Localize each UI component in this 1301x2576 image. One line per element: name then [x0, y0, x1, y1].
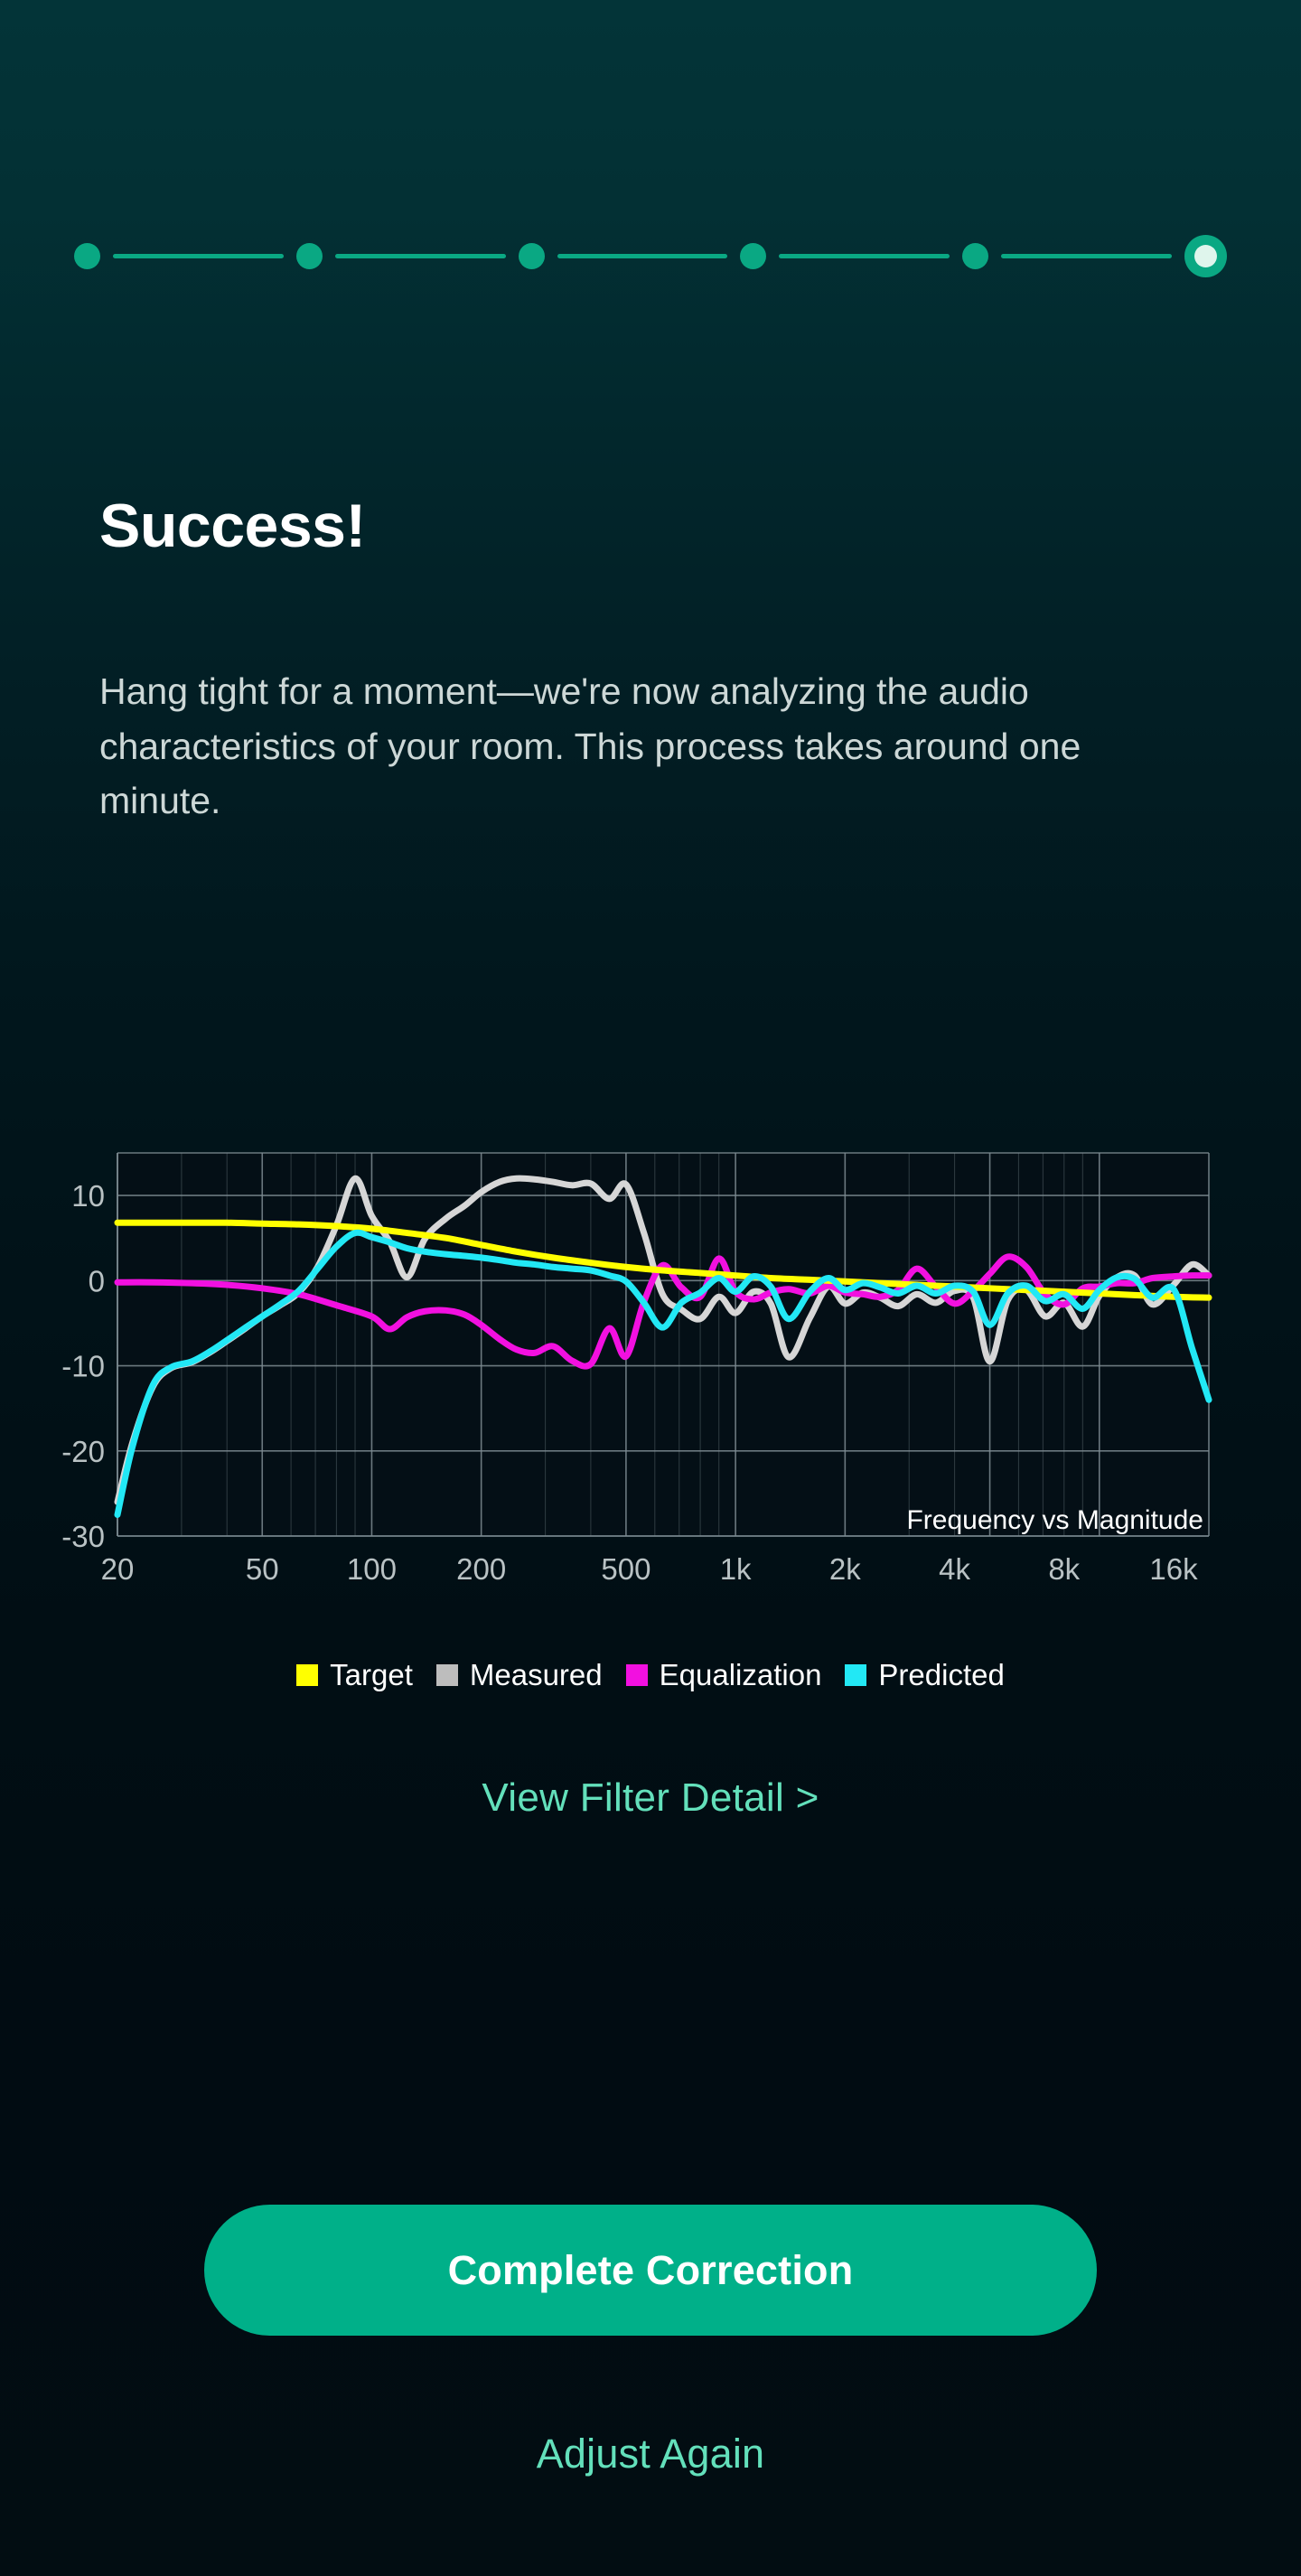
step-indicator-2[interactable]: [295, 242, 323, 269]
step-connector-4: [779, 253, 950, 258]
svg-text:10: 10: [71, 1179, 105, 1213]
legend-swatch-target: [296, 1664, 319, 1686]
legend-label-measured: Measured: [469, 1658, 603, 1691]
svg-text:4k: 4k: [939, 1552, 970, 1586]
page-description: Hang tight for a moment—we're now analyz…: [99, 670, 1081, 822]
step-connector-3: [557, 253, 728, 258]
svg-text:200: 200: [456, 1552, 506, 1586]
svg-text:-10: -10: [61, 1350, 105, 1383]
chart-legend: Target Measured Equalization Predicted: [0, 1658, 1301, 1692]
legend-swatch-equalization: [625, 1664, 648, 1686]
step-indicator-3[interactable]: [518, 242, 545, 269]
svg-text:2k: 2k: [829, 1552, 861, 1586]
step-indicator-active-core: [1193, 244, 1217, 267]
view-filter-detail-link[interactable]: View Filter Detail >: [0, 1775, 1301, 1821]
svg-text:0: 0: [89, 1264, 105, 1297]
frequency-response-chart: 10 0 -10 -20 -30 20 50 100 200 500 1k 2k 4k 8k 16k Freq…: [36, 1147, 1229, 1617]
adjust-again-button[interactable]: Adjust Again: [0, 2431, 1301, 2478]
svg-text:-20: -20: [61, 1435, 105, 1468]
legend-item-predicted: Predicted: [845, 1658, 1005, 1692]
svg-text:100: 100: [347, 1552, 397, 1586]
svg-text:8k: 8k: [1048, 1552, 1080, 1586]
chart-title: Frequency vs Magnitude: [906, 1505, 1203, 1535]
step-indicator-5[interactable]: [962, 242, 989, 269]
legend-item-target: Target: [296, 1658, 413, 1692]
legend-label-predicted: Predicted: [878, 1658, 1005, 1691]
complete-correction-button[interactable]: Complete Correction: [204, 2205, 1097, 2336]
step-connector-1: [113, 253, 284, 258]
frequency-response-plot: 100-10-20-3020 50 100 200 500 1k 2k 4k 8k 16kFreq…: [61, 1152, 1212, 1586]
step-indicator-6-active[interactable]: [1184, 234, 1227, 277]
step-indicator-1[interactable]: [74, 242, 100, 269]
step-connector-2: [334, 253, 506, 258]
svg-text:-30: -30: [61, 1520, 105, 1553]
svg-text:20: 20: [101, 1552, 135, 1586]
legend-label-equalization: Equalization: [659, 1658, 822, 1691]
legend-item-equalization: Equalization: [625, 1658, 822, 1692]
progress-stepper: [74, 229, 1227, 283]
legend-swatch-measured: [435, 1664, 458, 1686]
step-connector-5: [1001, 253, 1172, 258]
legend-swatch-predicted: [845, 1664, 867, 1686]
svg-text:16k: 16k: [1149, 1552, 1198, 1586]
legend-label-target: Target: [330, 1658, 413, 1691]
svg-text:1k: 1k: [720, 1552, 752, 1586]
svg-text:500: 500: [601, 1552, 650, 1586]
step-indicator-4[interactable]: [740, 242, 767, 269]
svg-text:50: 50: [246, 1552, 279, 1586]
page-title: Success!: [99, 492, 366, 560]
legend-item-measured: Measured: [435, 1658, 603, 1692]
